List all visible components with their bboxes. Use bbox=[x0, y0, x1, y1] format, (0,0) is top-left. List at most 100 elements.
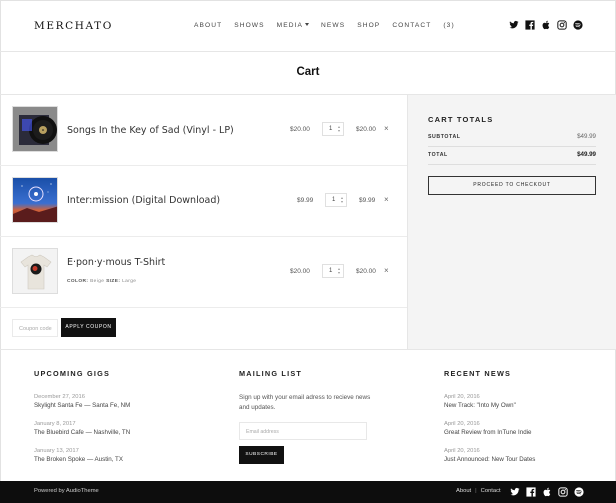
page-title: Cart bbox=[296, 66, 320, 78]
gig-date: January 8, 2017 bbox=[34, 421, 76, 427]
quantity-value: 1 bbox=[329, 126, 333, 132]
news-date: April 20, 2016 bbox=[444, 394, 480, 400]
mailing-list: MAILING LIST Sign up with your email adr… bbox=[239, 369, 379, 464]
proceed-to-checkout-button[interactable]: PROCEED TO CHECKOUT bbox=[428, 176, 596, 195]
variation-size-value: Large bbox=[122, 279, 137, 284]
spotify-icon[interactable] bbox=[574, 487, 584, 497]
coupon-input[interactable]: Coupon code bbox=[12, 319, 58, 337]
product-price: $20.00 bbox=[290, 268, 310, 275]
header-social-links bbox=[509, 20, 583, 30]
mailing-list-heading: MAILING LIST bbox=[239, 369, 303, 378]
email-field[interactable]: Email address bbox=[239, 422, 367, 440]
news-item[interactable]: April 20, 2016 Great Review from InTune … bbox=[444, 420, 535, 437]
cart-row: E·pon·y·mous T-Shirt COLOR: Beige SIZE: … bbox=[0, 237, 407, 308]
stepper-arrows-icon[interactable]: ▴ ▾ bbox=[341, 196, 343, 204]
recent-news: RECENT NEWS April 20, 2016 New Track: "I… bbox=[444, 369, 535, 474]
product-name[interactable]: Songs In the Key of Sad (Vinyl - LP) bbox=[67, 125, 234, 136]
footer-link-about[interactable]: About bbox=[456, 488, 471, 494]
quantity-value: 1 bbox=[332, 197, 336, 203]
apple-icon[interactable] bbox=[541, 20, 551, 30]
nav-shows[interactable]: SHOWS bbox=[234, 22, 264, 29]
gig-venue[interactable]: The Bluebird Cafe — Nashville, TN bbox=[34, 428, 130, 437]
cart-items: Songs In the Key of Sad (Vinyl - LP) $20… bbox=[0, 95, 407, 349]
tshirt-image[interactable] bbox=[12, 248, 58, 294]
product-variation: COLOR: Beige SIZE: Large bbox=[67, 279, 136, 284]
stepper-arrows-icon[interactable]: ▴ ▾ bbox=[338, 267, 340, 275]
site-logo[interactable]: MERCHATO bbox=[34, 20, 113, 32]
quantity-stepper[interactable]: 1 ▴ ▾ bbox=[322, 264, 344, 278]
facebook-icon[interactable] bbox=[525, 20, 535, 30]
powered-by-text[interactable]: Powered by AudioTheme bbox=[34, 488, 99, 494]
site-footer: UPCOMING GIGS December 27, 2016 Skylight… bbox=[0, 349, 616, 481]
product-subtotal: $20.00 bbox=[356, 268, 376, 275]
footer-social-links bbox=[510, 487, 584, 497]
product-name[interactable]: Inter:mission (Digital Download) bbox=[67, 195, 220, 206]
gig-item[interactable]: December 27, 2016 Skylight Santa Fe — Sa… bbox=[34, 393, 130, 410]
main-nav: ABOUT SHOWS MEDIA NEWS SHOP CONTACT (3) bbox=[194, 22, 455, 29]
apple-icon[interactable] bbox=[542, 487, 552, 497]
news-date: April 20, 2016 bbox=[444, 421, 480, 427]
twitter-icon[interactable] bbox=[510, 487, 520, 497]
upcoming-gigs: UPCOMING GIGS December 27, 2016 Skylight… bbox=[34, 369, 130, 474]
gig-item[interactable]: January 8, 2017 The Bluebird Cafe — Nash… bbox=[34, 420, 130, 437]
instagram-icon[interactable] bbox=[557, 20, 567, 30]
news-title[interactable]: New Track: "Into My Own" bbox=[444, 401, 535, 410]
cart-totals-heading: CART TOTALS bbox=[428, 115, 494, 124]
instagram-icon[interactable] bbox=[558, 487, 568, 497]
product-name[interactable]: E·pon·y·mous T-Shirt bbox=[67, 257, 165, 268]
chevron-down-icon bbox=[305, 23, 310, 26]
remove-item-icon[interactable]: × bbox=[384, 195, 389, 204]
vinyl-record-image[interactable] bbox=[12, 106, 58, 152]
gig-date: January 13, 2017 bbox=[34, 448, 79, 454]
news-title[interactable]: Great Review from InTune Indie bbox=[444, 428, 535, 437]
product-subtotal: $9.99 bbox=[359, 197, 376, 204]
remove-item-icon[interactable]: × bbox=[384, 124, 389, 133]
spotify-icon[interactable] bbox=[573, 20, 583, 30]
nav-news[interactable]: NEWS bbox=[321, 22, 345, 29]
nav-media-label: MEDIA bbox=[276, 22, 304, 29]
nav-media[interactable]: MEDIA bbox=[276, 22, 310, 29]
site-header: MERCHATO ABOUT SHOWS MEDIA NEWS SHOP CON… bbox=[0, 0, 616, 52]
title-band: Cart bbox=[0, 52, 616, 95]
news-date: April 20, 2016 bbox=[444, 448, 480, 454]
quantity-stepper[interactable]: 1 ▴ ▾ bbox=[325, 193, 347, 207]
variation-color-value: Beige bbox=[90, 279, 105, 284]
footer-link-separator: | bbox=[475, 488, 477, 494]
product-price: $9.99 bbox=[297, 197, 314, 204]
total-row: TOTAL $49.99 bbox=[428, 147, 596, 165]
variation-color-key: COLOR: bbox=[67, 279, 89, 284]
cart-totals: CART TOTALS SUBTOTAL $49.99 TOTAL $49.99… bbox=[407, 95, 616, 349]
apply-coupon-button[interactable]: APPLY COUPON bbox=[61, 318, 116, 337]
nav-contact[interactable]: CONTACT bbox=[392, 22, 431, 29]
album-cover-image[interactable] bbox=[12, 177, 58, 223]
bottom-bar: Powered by AudioTheme About | Contact bbox=[0, 481, 616, 503]
news-title[interactable]: Just Announced: New Tour Dates bbox=[444, 455, 535, 464]
gig-venue[interactable]: Skylight Santa Fe — Santa Fe, NM bbox=[34, 401, 130, 410]
variation-size-key: SIZE: bbox=[106, 279, 121, 284]
gig-venue[interactable]: The Broken Spoke — Austin, TX bbox=[34, 455, 130, 464]
product-price: $20.00 bbox=[290, 126, 310, 133]
footer-links: About | Contact bbox=[456, 488, 501, 494]
nav-cart-count[interactable]: (3) bbox=[443, 22, 454, 29]
twitter-icon[interactable] bbox=[509, 20, 519, 30]
facebook-icon[interactable] bbox=[526, 487, 536, 497]
subtotal-label: SUBTOTAL bbox=[428, 134, 461, 140]
total-label: TOTAL bbox=[428, 152, 448, 158]
news-item[interactable]: April 20, 2016 New Track: "Into My Own" bbox=[444, 393, 535, 410]
gig-date: December 27, 2016 bbox=[34, 394, 85, 400]
quantity-stepper[interactable]: 1 ▴ ▾ bbox=[322, 122, 344, 136]
nav-about[interactable]: ABOUT bbox=[194, 22, 222, 29]
quantity-value: 1 bbox=[329, 268, 333, 274]
recent-news-heading: RECENT NEWS bbox=[444, 369, 512, 378]
remove-item-icon[interactable]: × bbox=[384, 266, 389, 275]
total-value: $49.99 bbox=[577, 151, 596, 158]
footer-link-contact[interactable]: Contact bbox=[481, 488, 501, 494]
subtotal-row: SUBTOTAL $49.99 bbox=[428, 129, 596, 147]
gig-item[interactable]: January 13, 2017 The Broken Spoke — Aust… bbox=[34, 447, 130, 464]
subscribe-button[interactable]: SUBSCRIBE bbox=[239, 446, 284, 464]
nav-shop[interactable]: SHOP bbox=[357, 22, 380, 29]
upcoming-gigs-heading: UPCOMING GIGS bbox=[34, 369, 111, 378]
news-item[interactable]: April 20, 2016 Just Announced: New Tour … bbox=[444, 447, 535, 464]
stepper-arrows-icon[interactable]: ▴ ▾ bbox=[338, 125, 340, 133]
product-subtotal: $20.00 bbox=[356, 126, 376, 133]
